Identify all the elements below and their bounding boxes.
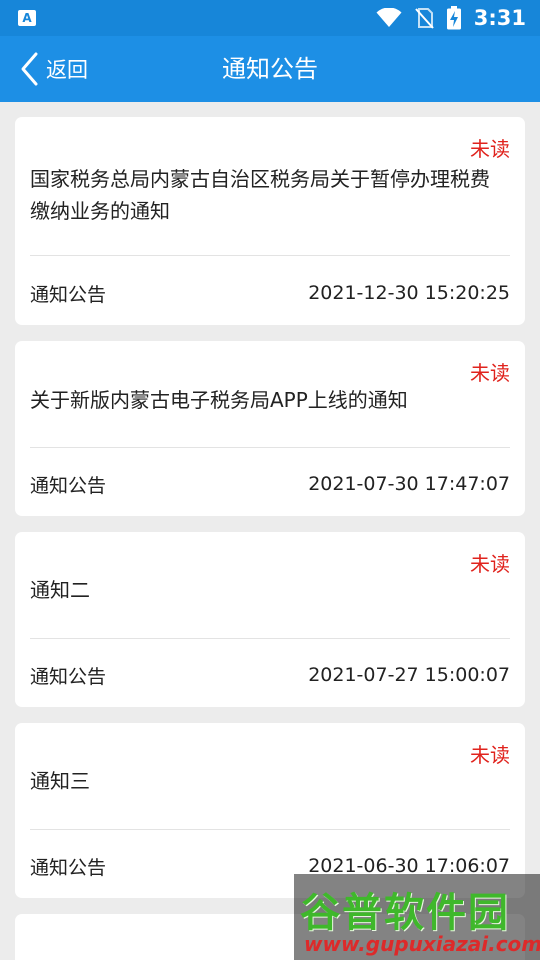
watermark-logo: 谷普软件园 www.gupuxiazai.com bbox=[294, 874, 540, 960]
unread-badge: 未读 bbox=[470, 552, 510, 576]
app-header: 返回 通知公告 bbox=[0, 36, 540, 102]
notice-category: 通知公告 bbox=[30, 474, 107, 497]
app-notification-icon: A bbox=[18, 10, 36, 26]
notice-title: 通知三 bbox=[30, 769, 90, 793]
notice-title: 通知二 bbox=[30, 578, 90, 602]
notice-category: 通知公告 bbox=[30, 856, 107, 879]
unread-badge: 未读 bbox=[470, 743, 510, 767]
notice-datetime: 2021-07-30 17:47:07 bbox=[308, 473, 510, 495]
unread-badge: 未读 bbox=[470, 361, 510, 385]
notice-category: 通知公告 bbox=[30, 283, 107, 306]
page-title: 通知公告 bbox=[222, 55, 318, 83]
notice-card[interactable]: 未读 通知三 通知公告 2021-06-30 17:06:07 bbox=[15, 723, 525, 898]
wifi-icon bbox=[376, 8, 402, 27]
notice-title: 关于新版内蒙古电子税务局APP上线的通知 bbox=[30, 388, 408, 412]
watermark-name: 谷普软件园 bbox=[300, 890, 510, 936]
watermark-url: www.gupuxiazai.com bbox=[304, 932, 540, 956]
status-icons: 3:31 bbox=[376, 0, 526, 36]
divider bbox=[30, 255, 510, 256]
notice-category: 通知公告 bbox=[30, 665, 107, 688]
divider bbox=[30, 829, 510, 830]
divider bbox=[30, 638, 510, 639]
notice-datetime: 2021-07-27 15:00:07 bbox=[308, 664, 510, 686]
notice-datetime: 2021-12-30 15:20:25 bbox=[308, 282, 510, 304]
status-time: 3:31 bbox=[473, 6, 526, 30]
no-sim-icon bbox=[415, 8, 434, 29]
notice-card[interactable]: 未读 国家税务总局内蒙古自治区税务局关于暂停办理税费缴纳业务的通知 通知公告 2… bbox=[15, 117, 525, 325]
notice-list: 未读 国家税务总局内蒙古自治区税务局关于暂停办理税费缴纳业务的通知 通知公告 2… bbox=[15, 117, 525, 960]
notice-title: 国家税务总局内蒙古自治区税务局关于暂停办理税费缴纳业务的通知 bbox=[30, 167, 490, 223]
notice-card[interactable]: 未读 关于新版内蒙古电子税务局APP上线的通知 通知公告 2021-07-30 … bbox=[15, 341, 525, 516]
battery-charging-icon bbox=[446, 6, 461, 30]
notice-card[interactable]: 未读 通知二 通知公告 2021-07-27 15:00:07 bbox=[15, 532, 525, 707]
status-bar: A 3:31 bbox=[0, 0, 540, 36]
divider bbox=[30, 447, 510, 448]
unread-badge: 未读 bbox=[470, 137, 510, 161]
